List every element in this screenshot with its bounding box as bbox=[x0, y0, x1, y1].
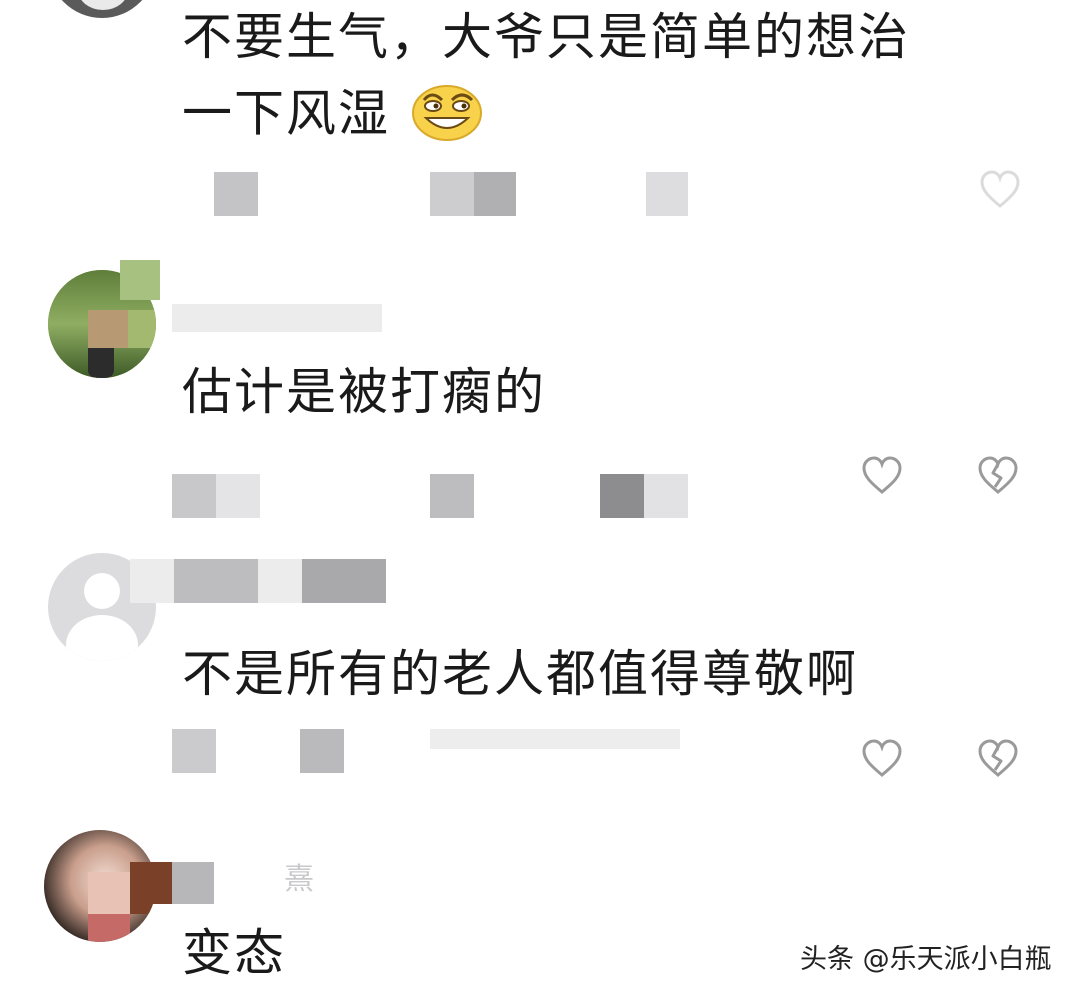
username-blurred bbox=[172, 304, 382, 332]
comment-text-line1: 不要生气，大爷只是简单的想治 bbox=[182, 8, 910, 66]
comment-item-2: 估计是被打瘸的 bbox=[0, 260, 1080, 530]
comment-meta-blurred bbox=[430, 729, 680, 749]
comment-text: 估计是被打瘸的 bbox=[182, 363, 546, 421]
watermark: 头条 @乐天派小白瓶 bbox=[800, 944, 1052, 975]
comment-meta-blurred bbox=[300, 729, 344, 773]
comment-meta-blurred bbox=[172, 474, 216, 518]
username-blurred bbox=[302, 559, 386, 603]
heart-outline-icon[interactable] bbox=[978, 168, 1022, 212]
comment-meta-blurred bbox=[216, 474, 260, 518]
comment-text: 不是所有的老人都值得尊敬啊 bbox=[182, 645, 858, 703]
username: 熹 bbox=[284, 862, 314, 897]
comment-text-line2: 一下风湿 bbox=[182, 80, 484, 154]
comment-text: 一下风湿 bbox=[182, 84, 390, 143]
avatar[interactable] bbox=[48, 0, 156, 18]
comment-meta-blurred bbox=[600, 474, 644, 518]
broken-heart-icon[interactable] bbox=[976, 454, 1020, 498]
username-blurred bbox=[258, 559, 302, 603]
comment-meta-blurred bbox=[430, 172, 474, 216]
broken-heart-icon[interactable] bbox=[976, 737, 1020, 781]
comment-item-1: 不要生气，大爷只是简单的想治 一下风湿 bbox=[0, 0, 1080, 230]
comment-meta-blurred bbox=[172, 729, 216, 773]
grinning-squint-emoji-icon bbox=[410, 80, 484, 154]
comment-item-3: 不是所有的老人都值得尊敬啊 bbox=[0, 545, 1080, 815]
comment-meta-blurred bbox=[214, 172, 258, 216]
comment-text: 变态 bbox=[182, 924, 286, 982]
username-blurred bbox=[174, 559, 258, 603]
comment-meta-blurred bbox=[646, 172, 688, 216]
comment-meta-blurred bbox=[430, 474, 474, 518]
comment-meta-blurred bbox=[474, 172, 516, 216]
username-blurred bbox=[130, 559, 174, 603]
username-blurred bbox=[172, 862, 214, 904]
comment-meta-blurred bbox=[644, 474, 688, 518]
heart-outline-icon[interactable] bbox=[860, 737, 904, 781]
username-blurred bbox=[120, 260, 160, 300]
username-blurred bbox=[130, 862, 172, 904]
heart-outline-icon[interactable] bbox=[860, 454, 904, 498]
